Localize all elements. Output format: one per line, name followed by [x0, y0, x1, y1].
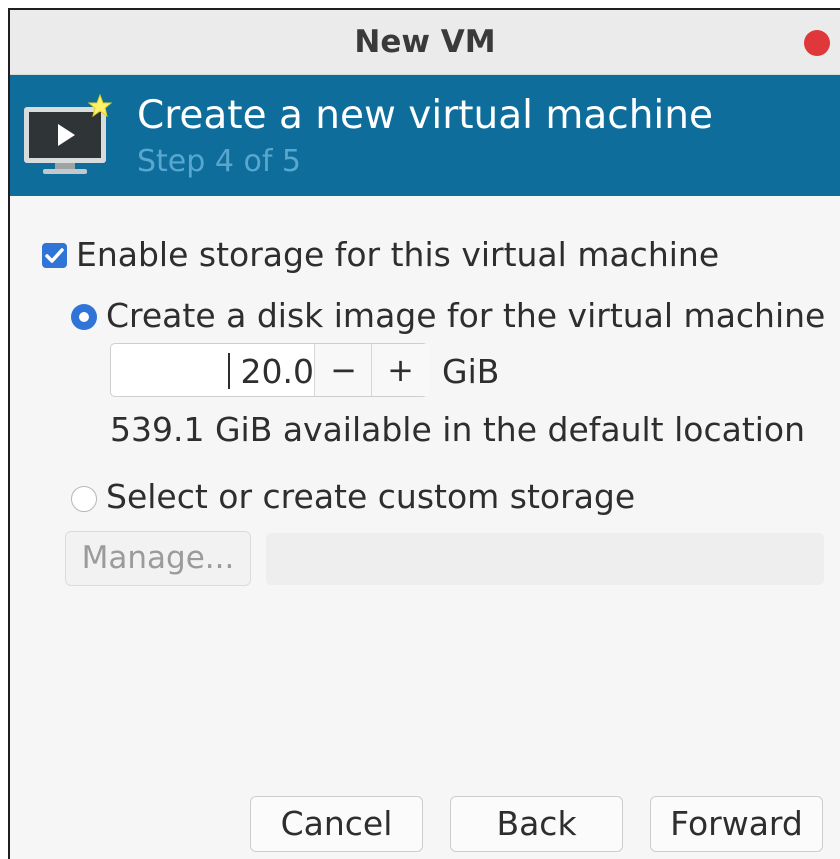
disk-size-spinbutton[interactable]: 20.0 − + — [110, 343, 429, 397]
decrement-button[interactable]: − — [314, 344, 372, 396]
back-button[interactable]: Back — [450, 796, 623, 852]
forward-button[interactable]: Forward — [650, 796, 823, 852]
manage-button: Manage... — [65, 531, 251, 586]
wizard-step: Step 4 of 5 — [137, 144, 302, 179]
custom-storage-label[interactable]: Select or create custom storage — [106, 477, 635, 516]
close-button[interactable] — [804, 30, 830, 56]
title-bar[interactable]: New VM — [10, 10, 840, 75]
text-cursor — [228, 353, 230, 389]
wizard-header: Create a new virtual machine Step 4 of 5 — [10, 75, 840, 196]
disk-size-input[interactable]: 20.0 — [111, 352, 314, 391]
size-unit-label: GiB — [442, 352, 500, 391]
available-space-label: 539.1 GiB available in the default locat… — [110, 410, 806, 449]
wizard-title: Create a new virtual machine — [137, 93, 713, 138]
cancel-button[interactable]: Cancel — [250, 796, 423, 852]
vm-monitor-icon — [22, 93, 116, 181]
create-disk-label[interactable]: Create a disk image for the virtual mach… — [106, 296, 825, 335]
window-title: New VM — [354, 24, 496, 60]
new-vm-window: New VM Create a new virtual machine Step… — [8, 8, 840, 859]
custom-storage-path-field — [266, 533, 824, 585]
custom-storage-radio[interactable] — [71, 486, 97, 512]
enable-storage-checkbox[interactable] — [42, 243, 67, 268]
create-disk-radio[interactable] — [71, 304, 97, 330]
enable-storage-label[interactable]: Enable storage for this virtual machine — [76, 235, 719, 274]
increment-button[interactable]: + — [371, 344, 429, 396]
